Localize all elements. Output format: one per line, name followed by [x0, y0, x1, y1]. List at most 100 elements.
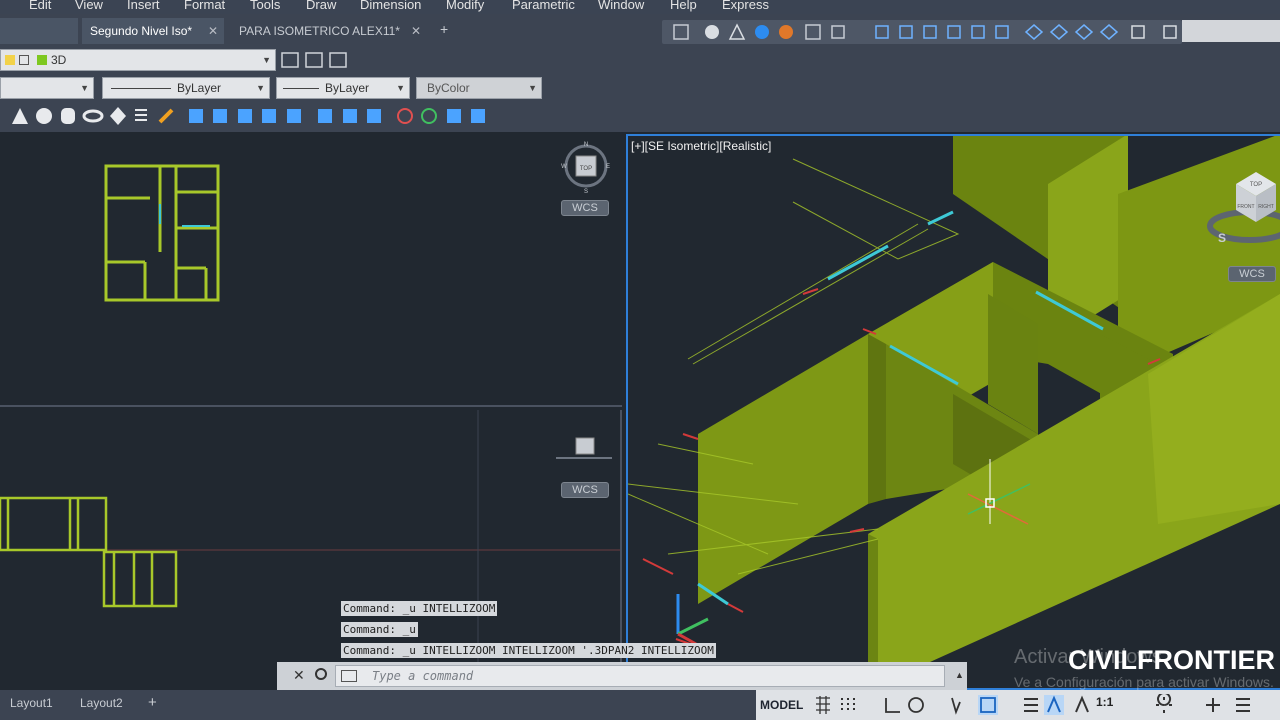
- menu-edit[interactable]: Edit: [29, 0, 51, 12]
- tab-segundo-nivel[interactable]: Segundo Nivel Iso* ✕: [82, 18, 224, 44]
- layer-properties-icon[interactable]: [281, 52, 299, 68]
- color-dropdown[interactable]: ▼: [0, 77, 94, 99]
- grid-icon[interactable]: [816, 696, 830, 714]
- named-views-icon[interactable]: [1163, 25, 1177, 39]
- camera-icon[interactable]: [1131, 25, 1145, 39]
- layer-previous-icon[interactable]: [329, 52, 347, 68]
- close-icon[interactable]: ✕: [411, 18, 421, 44]
- view-front-icon[interactable]: [971, 25, 985, 39]
- render-icon[interactable]: [805, 24, 821, 40]
- wcs-menu[interactable]: WCS: [561, 482, 609, 498]
- view-back-icon[interactable]: [995, 25, 1009, 39]
- menu-parametric[interactable]: Parametric: [512, 0, 575, 12]
- view-left-icon[interactable]: [923, 25, 937, 39]
- helix-icon[interactable]: [135, 109, 147, 121]
- compass-navigator[interactable]: TOP N S E W: [560, 140, 612, 196]
- osnap-icon[interactable]: [951, 697, 961, 715]
- lineweight-dropdown[interactable]: ByLayer ▼: [276, 77, 410, 99]
- viewport-3d[interactable]: TOP FRONT RIGHT S WCS: [628, 134, 1280, 690]
- union-icon[interactable]: [318, 109, 332, 123]
- tab-previous[interactable]: [0, 18, 78, 44]
- modeling-toolbar: [0, 102, 1280, 132]
- menu-format[interactable]: Format: [184, 0, 225, 12]
- chevron-up-icon[interactable]: ▲: [955, 670, 964, 680]
- visual-style-icon[interactable]: [705, 25, 719, 39]
- layer-name: 3D: [51, 53, 67, 67]
- 3d-move-icon[interactable]: [397, 108, 413, 124]
- menu-tools[interactable]: Tools: [250, 0, 280, 12]
- viewport-front[interactable]: WCS: [0, 410, 622, 662]
- presspull-icon[interactable]: [213, 109, 227, 123]
- menu-insert[interactable]: Insert: [127, 0, 160, 12]
- iso-sw-icon[interactable]: [1024, 24, 1044, 40]
- cylinder-icon[interactable]: [61, 108, 75, 124]
- menu-icon[interactable]: [1236, 698, 1250, 712]
- iso-se-icon[interactable]: [1049, 24, 1069, 40]
- command-input[interactable]: Type a command: [335, 665, 945, 687]
- add-layout-button[interactable]: +: [142, 692, 163, 714]
- wcs-menu[interactable]: WCS: [1228, 266, 1276, 282]
- menu-dimension[interactable]: Dimension: [360, 0, 421, 12]
- menu-view[interactable]: View: [75, 0, 103, 12]
- viewport-divider[interactable]: [620, 410, 622, 662]
- tab-para-isometrico[interactable]: PARA ISOMETRICO ALEX11* ✕: [231, 18, 427, 44]
- layer-dropdown[interactable]: 3D ▼: [0, 49, 276, 71]
- viewport-top[interactable]: TOP N S E W WCS: [0, 132, 622, 408]
- 3d-array-icon[interactable]: [471, 109, 485, 123]
- view-right-icon[interactable]: [947, 25, 961, 39]
- svg-text:S: S: [584, 189, 588, 195]
- close-icon[interactable]: ✕: [293, 667, 305, 684]
- 3d-align-icon[interactable]: [447, 109, 461, 123]
- polar-icon[interactable]: [908, 697, 924, 713]
- front-navigator[interactable]: [556, 436, 612, 464]
- annotation-scale[interactable]: 1:1: [1096, 695, 1113, 709]
- sphere-icon[interactable]: [36, 108, 52, 124]
- lineweight-icon[interactable]: [1024, 698, 1038, 712]
- viewport-icon[interactable]: [831, 25, 845, 39]
- loft-icon[interactable]: [287, 109, 301, 123]
- torus-icon[interactable]: [82, 109, 104, 123]
- autoscale-icon[interactable]: [1075, 695, 1089, 713]
- iso-ne-icon[interactable]: [1074, 24, 1094, 40]
- front-drawing: [0, 410, 622, 662]
- viewcube[interactable]: TOP FRONT RIGHT S: [1206, 164, 1280, 246]
- linetype-dropdown[interactable]: ByLayer ▼: [102, 77, 270, 99]
- gear-icon[interactable]: [1156, 694, 1172, 713]
- polysolid-icon[interactable]: [158, 108, 174, 124]
- close-icon[interactable]: ✕: [208, 18, 218, 44]
- orbit-icon[interactable]: [728, 23, 746, 40]
- shade-sphere-icon[interactable]: [755, 25, 769, 39]
- snap-icon[interactable]: [841, 698, 855, 712]
- intersect-icon[interactable]: [367, 109, 381, 123]
- plotstyle-dropdown[interactable]: ByColor ▼: [416, 77, 542, 99]
- tab-layout1[interactable]: Layout1: [4, 692, 59, 714]
- command-prompt-icon[interactable]: [341, 670, 357, 682]
- steering-wheel-icon[interactable]: [673, 24, 689, 40]
- menu-window[interactable]: Window: [598, 0, 644, 12]
- wcs-menu[interactable]: WCS: [561, 200, 609, 216]
- sweep-icon[interactable]: [238, 109, 252, 123]
- model-space-button[interactable]: MODEL: [760, 694, 803, 716]
- wedge-icon[interactable]: [110, 107, 126, 125]
- menu-express[interactable]: Express: [722, 0, 769, 12]
- add-tab-button[interactable]: +: [440, 21, 448, 37]
- tab-layout2[interactable]: Layout2: [74, 692, 129, 714]
- view-toolbar-icons: [673, 23, 1177, 40]
- ortho-icon[interactable]: [885, 698, 900, 713]
- viewport-controls-label[interactable]: [+][SE Isometric][Realistic]: [631, 139, 771, 153]
- 3d-rotate-icon[interactable]: [421, 108, 437, 124]
- menu-modify[interactable]: Modify: [446, 0, 484, 12]
- iso-nw-icon[interactable]: [1099, 24, 1119, 40]
- view-top-icon[interactable]: [875, 25, 889, 39]
- plus-icon[interactable]: [1206, 698, 1220, 712]
- layer-state-icon[interactable]: [305, 52, 323, 68]
- view-bottom-icon[interactable]: [899, 25, 913, 39]
- menu-help[interactable]: Help: [670, 0, 697, 12]
- revolve-icon[interactable]: [262, 109, 276, 123]
- wrench-icon[interactable]: [315, 668, 327, 680]
- pyramid-icon[interactable]: [12, 108, 28, 124]
- extrude-icon[interactable]: [189, 109, 203, 123]
- menu-draw[interactable]: Draw: [306, 0, 336, 12]
- subtract-icon[interactable]: [343, 109, 357, 123]
- material-sphere-icon[interactable]: [779, 25, 793, 39]
